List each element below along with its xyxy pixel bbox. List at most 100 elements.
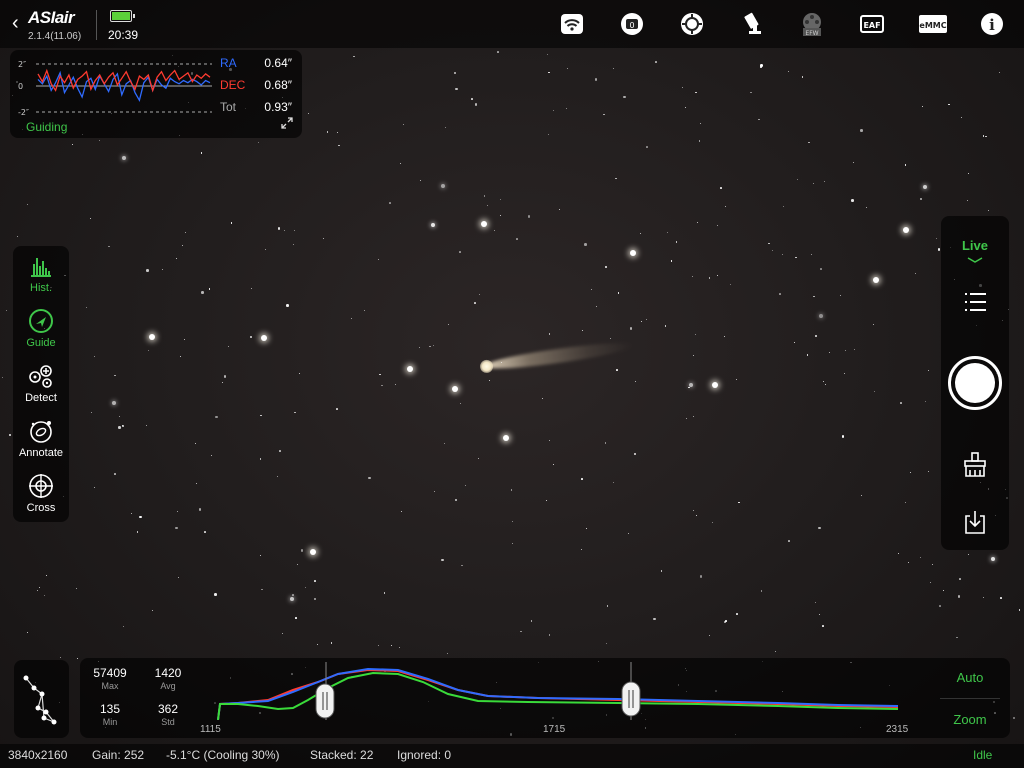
- star: [276, 476, 278, 478]
- clean-brush-icon[interactable]: [961, 451, 989, 479]
- star: [717, 274, 719, 276]
- ra-label: RA: [220, 56, 237, 70]
- zoom-button[interactable]: Zoom: [935, 702, 1005, 738]
- star: [982, 597, 984, 599]
- star: [852, 161, 854, 163]
- star: [818, 526, 821, 529]
- tool-guide[interactable]: Guide: [13, 307, 69, 359]
- star: [441, 558, 444, 562]
- histogram-panel: 57409 Max 1420 Avg 135 Min 362 Std 1115 …: [80, 658, 1010, 738]
- tool-annotate[interactable]: Annotate: [13, 417, 69, 469]
- star: [250, 288, 252, 289]
- camera-icon[interactable]: 0: [617, 10, 647, 38]
- star: [474, 302, 476, 304]
- star: [956, 636, 958, 639]
- star: [999, 72, 1001, 74]
- info-icon[interactable]: i: [977, 10, 1007, 38]
- chevron-left-icon[interactable]: ‹: [12, 12, 19, 35]
- star: [634, 380, 637, 383]
- star: [447, 324, 449, 326]
- list-icon[interactable]: [961, 288, 989, 316]
- star: [381, 384, 383, 387]
- star: [497, 51, 499, 53]
- tool-hist[interactable]: Hist.: [13, 252, 69, 304]
- sky-atlas-button[interactable]: [14, 660, 69, 738]
- star: [1012, 716, 1016, 720]
- star: [286, 304, 289, 307]
- star: [812, 182, 815, 185]
- star: [259, 458, 262, 460]
- star: [282, 633, 284, 635]
- star: [8, 433, 12, 437]
- guide-camera-icon[interactable]: [677, 10, 707, 38]
- star: [2, 377, 3, 379]
- live-mode-toggle[interactable]: Live: [941, 238, 1009, 253]
- chevron-down-icon[interactable]: [967, 256, 983, 264]
- guiding-panel[interactable]: 2″ 0 -2″ RA 0.64″ DEC 0.68″ Tot 0.93″ Gu…: [10, 50, 302, 138]
- stat-label: Min: [102, 717, 118, 727]
- tool-label: Hist.: [30, 282, 52, 294]
- star: [692, 415, 694, 417]
- star: [418, 346, 420, 348]
- star: [72, 144, 73, 145]
- star: [929, 581, 932, 584]
- star: [771, 249, 773, 251]
- download-icon[interactable]: [961, 508, 989, 536]
- star: [919, 197, 922, 201]
- star: [822, 625, 824, 627]
- star: [559, 208, 561, 210]
- star: [566, 108, 568, 110]
- star: [959, 578, 961, 580]
- histogram-graph[interactable]: [198, 662, 918, 720]
- stat-value: 1420: [154, 666, 182, 680]
- star: [566, 68, 568, 69]
- wifi-icon[interactable]: [557, 10, 587, 38]
- star: [547, 133, 549, 135]
- star: [114, 374, 116, 377]
- star: [873, 324, 875, 326]
- star: [195, 483, 197, 485]
- star: [815, 601, 817, 603]
- auto-stretch-button[interactable]: Auto: [935, 660, 1005, 696]
- emmc-icon[interactable]: eMMC: [917, 10, 949, 38]
- expand-icon[interactable]: [280, 116, 294, 130]
- tool-cross[interactable]: Cross: [13, 472, 69, 524]
- star: [293, 243, 295, 245]
- star: [957, 595, 960, 598]
- star: [948, 103, 950, 106]
- bright-star: [873, 277, 879, 283]
- star: [750, 91, 752, 94]
- star: [548, 71, 550, 74]
- star: [326, 131, 329, 133]
- star: [985, 135, 987, 138]
- eaf-icon[interactable]: EAF: [857, 10, 887, 38]
- star: [675, 241, 678, 243]
- tool-detect[interactable]: Detect: [13, 362, 69, 414]
- star: [936, 237, 938, 239]
- dec-value: 0.68″: [264, 78, 292, 92]
- star: [353, 55, 355, 58]
- star: [844, 350, 846, 352]
- black-point-handle: [315, 683, 335, 719]
- stat-label: Max: [101, 681, 119, 691]
- star: [389, 202, 391, 204]
- star: [336, 408, 338, 410]
- efw-icon[interactable]: EFW: [797, 10, 827, 38]
- star: [479, 294, 481, 296]
- telescope-mount-icon[interactable]: [739, 10, 769, 38]
- star: [813, 295, 815, 298]
- star: [227, 346, 229, 348]
- star: [111, 401, 116, 406]
- star: [322, 238, 324, 240]
- star: [230, 222, 233, 224]
- star: [692, 355, 694, 357]
- star: [121, 424, 123, 426]
- shutter-button[interactable]: [948, 356, 1002, 410]
- star: [383, 592, 386, 594]
- star: [146, 424, 148, 426]
- star: [260, 414, 262, 417]
- star: [26, 632, 28, 633]
- star: [758, 118, 760, 121]
- star: [445, 126, 446, 128]
- star: [398, 647, 400, 649]
